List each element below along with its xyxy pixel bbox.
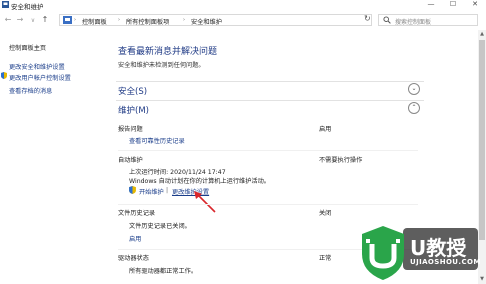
admin-shield-icon (129, 186, 136, 194)
section-security-header[interactable]: 安全(S) ⌄ (116, 81, 424, 97)
section-maintenance-header[interactable]: 维护(M) ⌃ (116, 100, 424, 116)
auto-maintenance-status: 不需要执行操作 (319, 157, 363, 164)
section-maintenance-label: 维护(M) (118, 106, 149, 116)
watermark-url: UJIAOSHOU.COM (410, 258, 481, 266)
report-problems-status: 启用 (319, 126, 332, 133)
watermark-logo: U教授 UJIAOSHOU.COM (358, 224, 481, 284)
drive-status-note: 所有驱动器都正常工作。 (129, 268, 198, 275)
drive-status-title: 驱动器状态 (118, 255, 149, 262)
drive-status-value: 正常 (319, 255, 332, 262)
auto-maintenance-note: Windows 自动计划在你的计算机上运行维护活动。 (129, 178, 270, 185)
page-title: 查看最新消息并解决问题 (118, 47, 218, 57)
auto-maintenance-title: 自动维护 (118, 157, 143, 164)
file-history-note: 文件历史记录已关闭。 (129, 223, 191, 230)
file-history-status: 关闭 (319, 210, 332, 217)
divider (118, 204, 418, 205)
divider (118, 150, 418, 151)
start-maintenance-link[interactable]: 开始维护 (139, 187, 164, 196)
scrollbar-thumb[interactable] (479, 40, 485, 240)
link-separator: | (166, 187, 169, 194)
scroll-down-icon[interactable]: ▼ (479, 276, 485, 282)
expand-chevron-icon[interactable]: ⌄ (408, 83, 420, 95)
file-history-title: 文件历史记录 (118, 210, 156, 217)
reliability-history-link[interactable]: 查看可靠性历史记录 (129, 136, 185, 145)
report-problems-title: 报告问题 (118, 126, 143, 133)
enable-file-history-link[interactable]: 启用 (129, 234, 141, 243)
scroll-up-icon[interactable]: ▲ (479, 31, 485, 37)
last-run-time: 上次运行时间: 2020/11/24 17:47 (129, 169, 226, 176)
watermark-brand: U教授 (410, 236, 467, 260)
watermark-shield-icon (362, 226, 404, 280)
vertical-scrollbar[interactable]: ▲ ▼ (478, 30, 486, 284)
collapse-chevron-icon[interactable]: ⌃ (408, 102, 420, 114)
page-subtitle: 安全和维护未检测到任何问题。 (118, 62, 205, 69)
annotation-arrow-icon (194, 191, 216, 213)
section-security-label: 安全(S) (118, 87, 148, 97)
